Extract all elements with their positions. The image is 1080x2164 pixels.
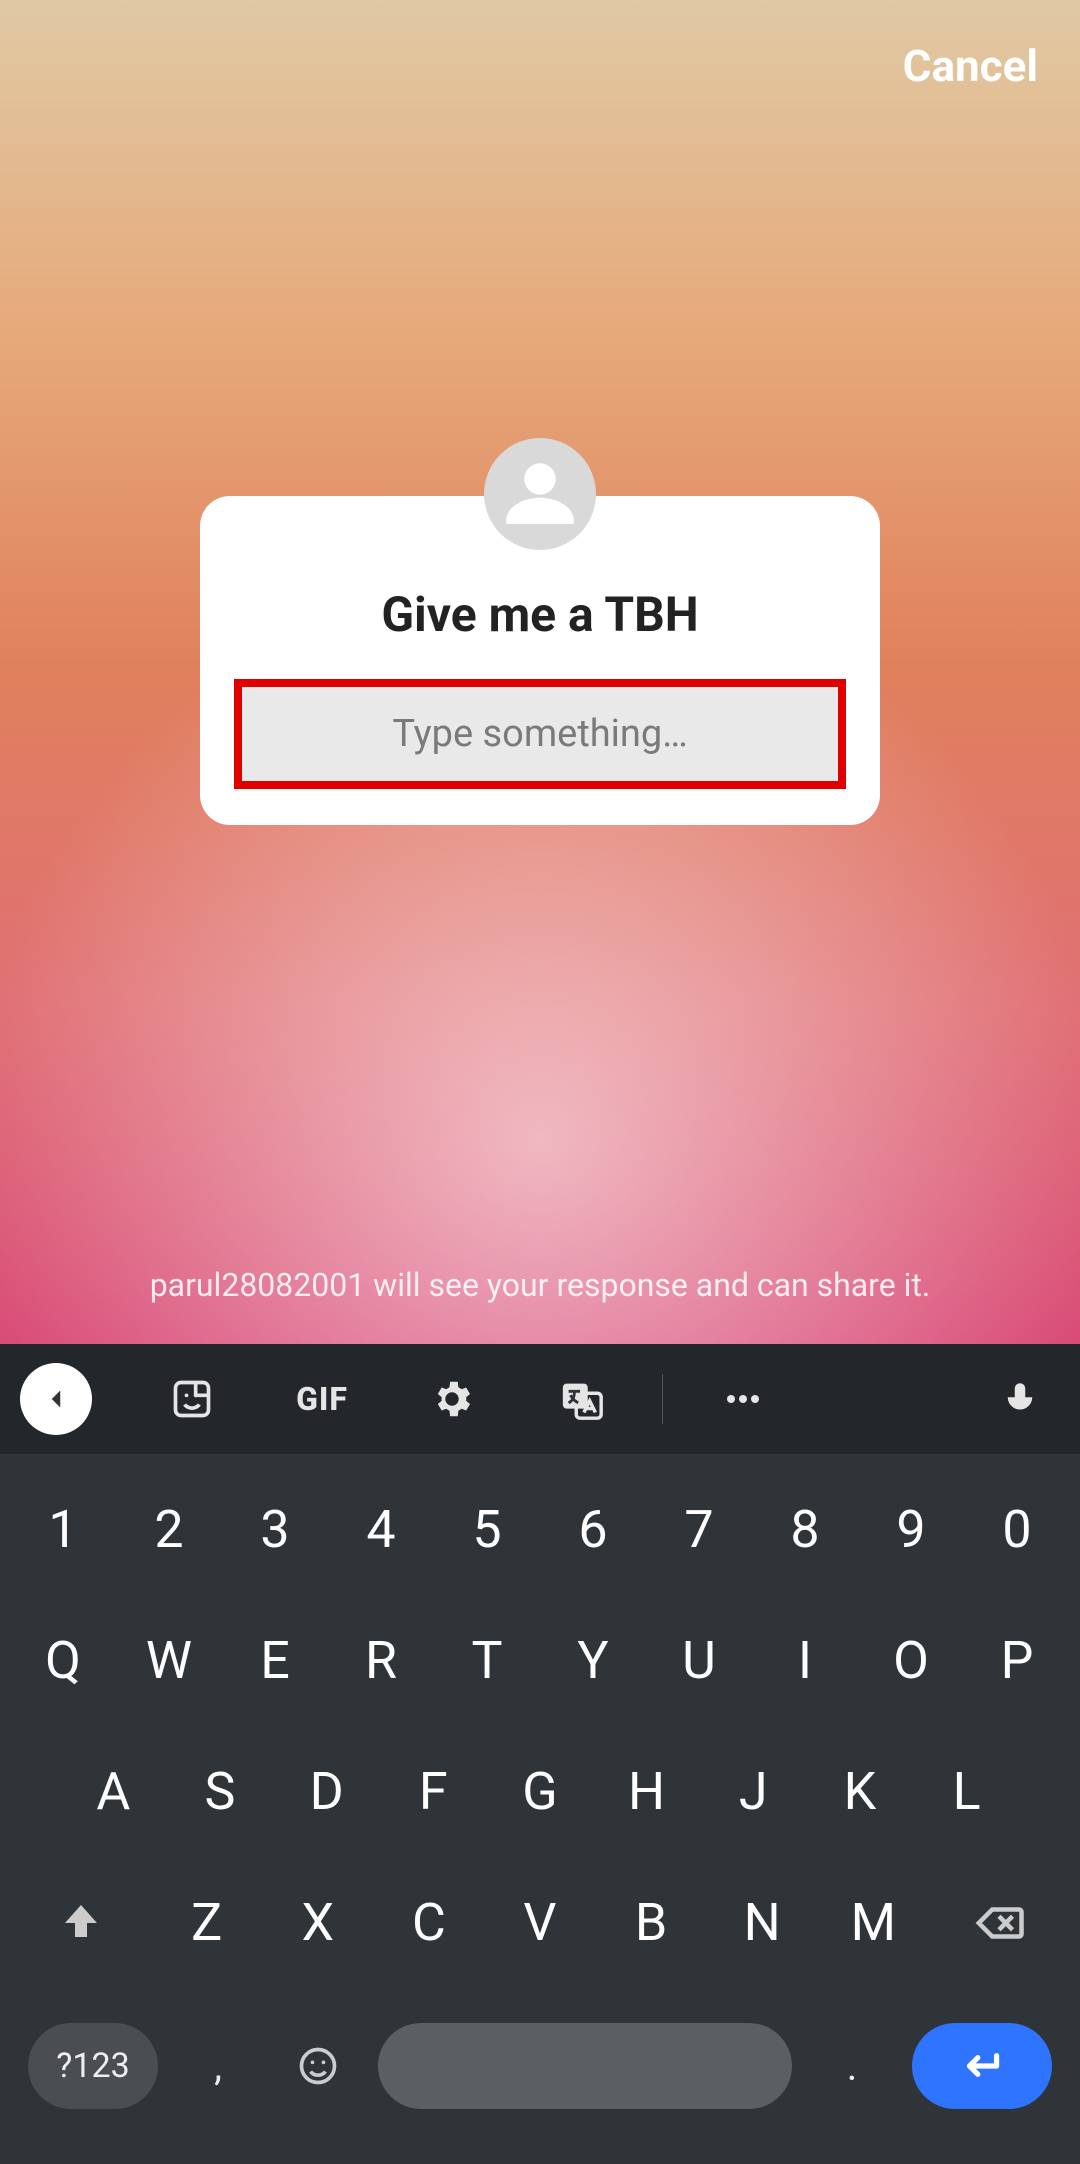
key-4[interactable]: 4 [336, 1499, 426, 1560]
key-row-1: Q W E R T Y U I O P [10, 1630, 1070, 1691]
key-9[interactable]: 9 [866, 1499, 956, 1560]
translate-icon[interactable] [522, 1376, 642, 1422]
key-v[interactable]: V [495, 1892, 585, 1953]
key-r[interactable]: R [336, 1630, 426, 1691]
question-title: Give me a TBH [381, 586, 698, 643]
key-3[interactable]: 3 [230, 1499, 320, 1560]
key-row-bottom: ?123 , . [10, 2023, 1070, 2109]
key-m[interactable]: M [828, 1892, 918, 1953]
key-2[interactable]: 2 [124, 1499, 214, 1560]
more-icon[interactable] [683, 1375, 803, 1423]
key-c[interactable]: C [384, 1892, 474, 1953]
key-b[interactable]: B [606, 1892, 696, 1953]
toolbar-separator [662, 1374, 663, 1424]
keyboard-collapse-button[interactable] [20, 1363, 92, 1435]
key-row-numbers: 1 2 3 4 5 6 7 8 9 0 [10, 1499, 1070, 1560]
key-1[interactable]: 1 [18, 1499, 108, 1560]
key-g[interactable]: G [495, 1761, 585, 1822]
key-s[interactable]: S [175, 1761, 265, 1822]
keyboard: GIF 1 2 3 4 5 6 7 8 9 0 Q W [0, 1344, 1080, 2164]
key-row-3: Z X C V B N M [10, 1892, 1070, 1953]
key-5[interactable]: 5 [442, 1499, 532, 1560]
enter-key[interactable] [912, 2023, 1052, 2109]
key-h[interactable]: H [602, 1761, 692, 1822]
key-8[interactable]: 8 [760, 1499, 850, 1560]
key-j[interactable]: J [708, 1761, 798, 1822]
answer-input[interactable]: Type something… [242, 687, 838, 781]
keyboard-toolbar: GIF [0, 1344, 1080, 1454]
gear-icon[interactable] [392, 1376, 512, 1422]
key-y[interactable]: Y [548, 1630, 638, 1691]
key-k[interactable]: K [815, 1761, 905, 1822]
space-key[interactable] [378, 2023, 792, 2109]
key-p[interactable]: P [972, 1630, 1062, 1691]
key-t[interactable]: T [442, 1630, 532, 1691]
story-background: Cancel Give me a TBH Type something… par… [0, 0, 1080, 1344]
period-key[interactable]: . [812, 2043, 892, 2090]
key-n[interactable]: N [717, 1892, 807, 1953]
mic-icon[interactable] [980, 1378, 1060, 1420]
emoji-key[interactable] [278, 2044, 358, 2088]
shift-key[interactable] [21, 1899, 141, 1947]
avatar [484, 438, 596, 550]
question-card: Give me a TBH Type something… [200, 496, 880, 825]
key-o[interactable]: O [866, 1630, 956, 1691]
key-a[interactable]: A [68, 1761, 158, 1822]
keyboard-keys: 1 2 3 4 5 6 7 8 9 0 Q W E R T Y U I O P … [0, 1454, 1080, 2164]
disclosure-text: parul28082001 will see your response and… [0, 1266, 1080, 1304]
key-z[interactable]: Z [162, 1892, 252, 1953]
key-l[interactable]: L [922, 1761, 1012, 1822]
symbols-key[interactable]: ?123 [28, 2023, 158, 2109]
key-6[interactable]: 6 [548, 1499, 638, 1560]
key-f[interactable]: F [388, 1761, 478, 1822]
key-x[interactable]: X [273, 1892, 363, 1953]
key-d[interactable]: D [282, 1761, 372, 1822]
key-w[interactable]: W [124, 1630, 214, 1691]
backspace-key[interactable] [939, 1896, 1059, 1950]
key-q[interactable]: Q [18, 1630, 108, 1691]
cancel-button[interactable]: Cancel [903, 40, 1038, 92]
key-7[interactable]: 7 [654, 1499, 744, 1560]
comma-key[interactable]: , [178, 2043, 258, 2090]
key-row-2: A S D F G H J K L [10, 1761, 1070, 1822]
answer-highlight: Type something… [234, 679, 846, 789]
gif-button[interactable]: GIF [262, 1380, 382, 1418]
key-u[interactable]: U [654, 1630, 744, 1691]
key-e[interactable]: E [230, 1630, 320, 1691]
key-0[interactable]: 0 [972, 1499, 1062, 1560]
sticker-icon[interactable] [132, 1377, 252, 1421]
key-i[interactable]: I [760, 1630, 850, 1691]
